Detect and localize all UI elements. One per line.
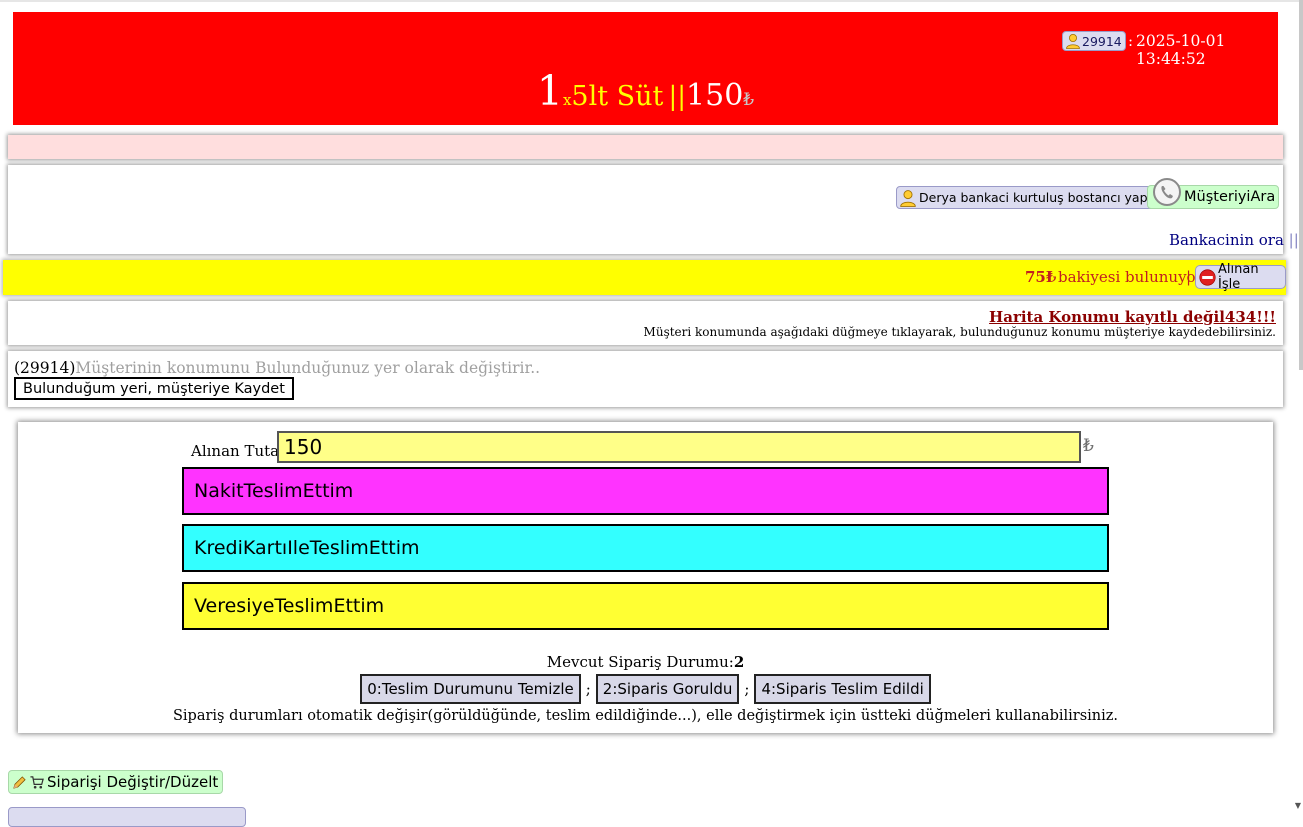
phone-icon bbox=[1152, 178, 1182, 207]
status-note: Sipariş durumları otomatik değişir(görül… bbox=[172, 708, 1119, 724]
partial-bottom-button[interactable] bbox=[8, 807, 246, 827]
scroll-down-arrow-icon[interactable]: ▼ bbox=[1295, 801, 1301, 810]
amount-currency: ₺ bbox=[1083, 436, 1094, 456]
location-hint: Müşterinin konumunu Bulunduğunuz yer ola… bbox=[75, 359, 541, 377]
map-warning-description: Müşteri konumunda aşağıdaki düğmeye tıkl… bbox=[643, 325, 1276, 339]
status-separator: ; bbox=[744, 680, 750, 698]
apply-received-label: Alınan İşle bbox=[1218, 262, 1259, 292]
user-badge[interactable]: 29914 bbox=[1062, 31, 1126, 51]
cart-icon bbox=[29, 775, 45, 790]
customer-note-text: Bankacinin ora bbox=[1169, 231, 1284, 249]
no-entry-icon bbox=[1199, 268, 1216, 286]
order-headline: 1x5lt Süt ||150₺ bbox=[13, 67, 1278, 115]
edit-order-label: Siparişi Değiştir/Düzelt bbox=[47, 773, 219, 791]
status-separator: ; bbox=[585, 680, 591, 698]
status-seen-button[interactable]: 2:Siparis Goruldu bbox=[595, 674, 740, 704]
customer-note: Bankacinin ora || bbox=[1169, 231, 1299, 249]
balance-separator: | bbox=[1186, 268, 1192, 286]
balance-text: bakiyesi bulunuyor bbox=[1058, 268, 1203, 286]
order-currency: ₺ bbox=[743, 90, 755, 110]
status-delivered-button[interactable]: 4:Siparis Teslim Edildi bbox=[754, 674, 931, 704]
notice-bar bbox=[8, 135, 1283, 159]
customer-note-bar: || bbox=[1288, 231, 1299, 249]
location-customer-id: (29914) bbox=[14, 359, 76, 377]
user-id: 29914 bbox=[1082, 33, 1122, 49]
call-customer-label: MüşteriyiAra bbox=[1184, 189, 1276, 205]
status-clear-button[interactable]: 0:Teslim Durumunu Temizle bbox=[360, 674, 581, 704]
page-scrollbar[interactable] bbox=[1299, 0, 1303, 370]
save-location-button[interactable]: Bulunduğum yeri, müşteriye Kaydet bbox=[14, 377, 294, 400]
order-price: 150 bbox=[686, 78, 744, 113]
customer-address-button[interactable]: Derya bankaci kurtuluş bostancı yapi bbox=[896, 186, 1156, 209]
user-icon bbox=[1065, 33, 1081, 49]
apply-received-button[interactable]: Alınan İşle bbox=[1195, 262, 1286, 292]
customer-panel: Derya bankaci kurtuluş bostancı yapi Müş… bbox=[8, 165, 1299, 254]
order-divider: || bbox=[668, 82, 687, 112]
user-icon bbox=[899, 189, 917, 207]
order-status-label: Mevcut Sipariş Durumu: bbox=[546, 653, 734, 671]
customer-address-label: Derya bankaci kurtuluş bostancı yapi bbox=[919, 190, 1151, 205]
order-status-line: Mevcut Sipariş Durumu:2 bbox=[18, 653, 1273, 671]
location-save-panel: (29914)Müşterinin konumunu Bulunduğunuz … bbox=[8, 351, 1283, 407]
balance-amount: 75₺ bbox=[1025, 268, 1057, 286]
balance-bar: 75₺ bakiyesi bulunuyor | Alınan İşle bbox=[3, 260, 1286, 295]
order-product: 5lt Süt bbox=[571, 81, 664, 112]
cash-delivered-button[interactable]: NakitTeslimEttim bbox=[182, 467, 1109, 515]
delivery-panel: Alınan Tutar: ₺ NakitTeslimEttim KrediKa… bbox=[18, 422, 1273, 733]
location-line: (29914)Müşterinin konumunu Bulunduğunuz … bbox=[14, 359, 540, 377]
map-warning-title[interactable]: Harita Konumu kayıtlı değil434!!! bbox=[989, 308, 1276, 326]
header-datetime: 2025-10-01 13:44:52 bbox=[1136, 32, 1226, 68]
call-customer-button[interactable]: MüşteriyiAra bbox=[1147, 178, 1280, 209]
credit-delivered-button[interactable]: VeresiyeTeslimEttim bbox=[182, 582, 1109, 630]
order-quantity: 1 bbox=[536, 67, 563, 115]
order-status-value: 2 bbox=[733, 653, 745, 671]
pencil-icon bbox=[12, 775, 27, 790]
card-delivered-button[interactable]: KrediKartıIleTeslimEttim bbox=[182, 524, 1109, 572]
top-border bbox=[0, 0, 1303, 2]
status-buttons: 0:Teslim Durumunu Temizle ; 2:Siparis Go… bbox=[18, 674, 1273, 704]
edit-order-button[interactable]: Siparişi Değiştir/Düzelt bbox=[8, 770, 224, 794]
amount-input[interactable] bbox=[277, 431, 1081, 463]
header-separator: : bbox=[1128, 32, 1134, 50]
order-header: 29914 : 2025-10-01 13:44:52 1x5lt Süt ||… bbox=[13, 12, 1278, 125]
map-location-warning: Harita Konumu kayıtlı değil434!!! Müşter… bbox=[8, 301, 1283, 345]
